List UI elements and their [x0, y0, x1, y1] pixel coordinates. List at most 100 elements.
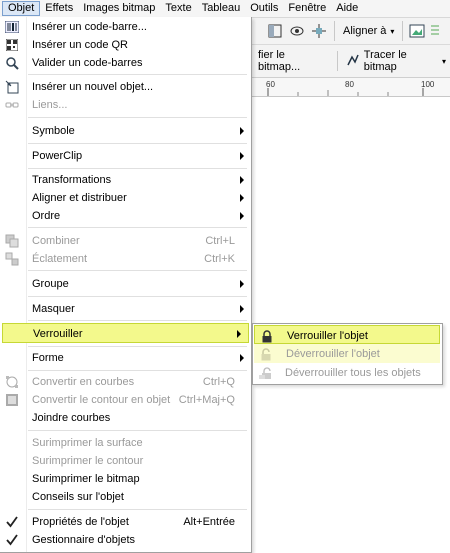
menu-item-label: Liens...	[32, 99, 68, 111]
submenu-arrow-icon	[240, 212, 244, 220]
menu-item-convertir-courbes[interactable]: Convertir en courbes Ctrl+Q	[0, 373, 251, 391]
toolbar-separator	[336, 51, 338, 71]
menu-item-shortcut: Ctrl+Q	[202, 376, 235, 388]
barcode-icon	[5, 20, 19, 34]
menu-aide[interactable]: Aide	[331, 1, 363, 16]
menu-item-label: Valider un code-barres	[32, 57, 143, 69]
image-icon[interactable]	[407, 21, 427, 41]
menu-item-surimprimer-contour[interactable]: Surimprimer le contour	[0, 452, 251, 470]
menu-item-eclatement[interactable]: Éclatement Ctrl+K	[0, 250, 251, 268]
menu-images-bitmap[interactable]: Images bitmap	[78, 1, 160, 16]
submenu-item-unlock-all[interactable]: Déverrouiller tous les objets	[253, 363, 442, 382]
menu-item-label: Forme	[32, 352, 64, 364]
menu-effets[interactable]: Effets	[40, 1, 78, 16]
align-to-label: Aligner à	[343, 25, 387, 37]
menu-item-links[interactable]: Liens...	[0, 96, 251, 114]
menu-item-validate-barcode[interactable]: Valider un code-barres	[0, 54, 251, 72]
menu-item-insert-object[interactable]: Insérer un nouvel objet...	[0, 78, 251, 96]
insert-object-icon	[5, 80, 19, 94]
submenu-arrow-icon	[240, 176, 244, 184]
menu-separator	[28, 370, 247, 371]
menu-separator	[28, 227, 247, 228]
submenu-arrow-icon	[240, 127, 244, 135]
trace-bitmap-button[interactable]: Tracer le bitmap ▾	[342, 49, 450, 73]
submenu-arrow-icon	[240, 194, 244, 202]
menu-texte[interactable]: Texte	[160, 1, 196, 16]
snap-icon[interactable]	[308, 21, 330, 41]
menu-item-powerclip[interactable]: PowerClip	[0, 147, 251, 165]
submenu-item-unlock-object[interactable]: Déverrouiller l'objet	[254, 344, 440, 363]
qr-code-icon	[5, 38, 19, 52]
menu-item-label: Verrouiller	[33, 328, 83, 340]
menu-outils[interactable]: Outils	[245, 1, 283, 16]
menu-item-transformations[interactable]: Transformations	[0, 171, 251, 189]
standard-toolbar: Aligner à ▾	[252, 18, 450, 45]
menu-item-label: Symbole	[32, 125, 75, 137]
menu-item-shortcut: Ctrl+K	[204, 253, 235, 265]
submenu-arrow-icon	[240, 305, 244, 313]
menu-item-label: Aligner et distribuer	[32, 192, 127, 204]
menu-item-label: Surimprimer la surface	[32, 437, 143, 449]
menu-item-label: Insérer un code-barre...	[32, 21, 147, 33]
submenu-arrow-icon	[240, 280, 244, 288]
menu-item-shortcut: Ctrl+L	[205, 235, 235, 247]
combine-icon	[5, 234, 19, 248]
menu-fenetre[interactable]: Fenêtre	[283, 1, 331, 16]
menu-item-label: Insérer un nouvel objet...	[32, 81, 154, 93]
validate-barcode-icon	[5, 56, 19, 70]
menu-separator	[28, 143, 247, 144]
menu-separator	[28, 117, 247, 118]
edit-bitmap-button[interactable]: fier le bitmap...	[252, 49, 333, 73]
menu-item-surimprimer-surface[interactable]: Surimprimer la surface	[0, 434, 251, 452]
menu-item-insert-barcode[interactable]: Insérer un code-barre...	[0, 18, 251, 36]
menu-separator	[28, 320, 247, 321]
menu-item-label: Gestionnaire d'objets	[32, 534, 135, 546]
menu-item-forme[interactable]: Forme	[0, 349, 251, 367]
menu-separator	[28, 346, 247, 347]
ruler-label: 100	[421, 80, 435, 89]
menu-item-joindre-courbes[interactable]: Joindre courbes	[0, 409, 251, 427]
submenu-arrow-icon	[240, 152, 244, 160]
menu-item-conseils-objet[interactable]: Conseils sur l'objet	[0, 488, 251, 506]
frame-icon[interactable]	[264, 21, 286, 41]
menu-separator	[28, 430, 247, 431]
menu-item-proprietes-objet[interactable]: Propriétés de l'objet Alt+Entrée	[0, 513, 251, 531]
menu-item-contour-objet[interactable]: Convertir le contour en objet Ctrl+Maj+Q	[0, 391, 251, 409]
menu-item-shortcut: Alt+Entrée	[183, 516, 235, 528]
menu-tableau[interactable]: Tableau	[197, 1, 246, 16]
menu-separator	[28, 168, 247, 169]
toolbar-separator	[334, 21, 335, 41]
verrouiller-submenu: Verrouiller l'objet Déverrouiller l'obje…	[252, 323, 443, 385]
menu-item-symbole[interactable]: Symbole	[0, 122, 251, 140]
chevron-down-icon: ▾	[390, 26, 395, 36]
bitmap-toolbar: fier le bitmap... Tracer le bitmap ▾	[252, 45, 450, 78]
trace-bitmap-icon	[346, 53, 360, 70]
menu-item-insert-qr[interactable]: Insérer un code QR	[0, 36, 251, 54]
unlock-icon	[259, 347, 273, 361]
menu-item-label: Convertir en courbes	[32, 376, 135, 388]
submenu-item-lock-object[interactable]: Verrouiller l'objet	[254, 325, 440, 344]
view-eye-icon[interactable]	[286, 21, 308, 41]
menu-item-shortcut: Ctrl+Maj+Q	[178, 394, 235, 406]
menu-separator	[28, 74, 247, 75]
links-icon	[5, 98, 19, 112]
menu-item-groupe[interactable]: Groupe	[0, 275, 251, 293]
break-apart-icon	[5, 252, 19, 266]
align-to-dropdown[interactable]: Aligner à ▾	[339, 21, 398, 41]
check-icon	[5, 533, 19, 547]
menu-item-masquer[interactable]: Masquer	[0, 300, 251, 318]
menu-item-combiner[interactable]: Combiner Ctrl+L	[0, 232, 251, 250]
menu-item-ordre[interactable]: Ordre	[0, 207, 251, 225]
menu-item-surimprimer-bitmap[interactable]: Surimprimer le bitmap	[0, 470, 251, 488]
grid-icon[interactable]	[427, 21, 443, 41]
menu-item-label: PowerClip	[32, 150, 83, 162]
edit-bitmap-label: fier le bitmap...	[258, 49, 301, 73]
submenu-item-label: Déverrouiller l'objet	[286, 348, 380, 360]
menu-item-verrouiller[interactable]: Verrouiller	[2, 323, 249, 343]
menu-item-aligner-distribuer[interactable]: Aligner et distribuer	[0, 189, 251, 207]
menu-separator	[28, 270, 247, 271]
menu-objet[interactable]: Objet	[2, 1, 41, 16]
menu-item-label: Joindre courbes	[32, 412, 111, 424]
menu-item-gestionnaire-objets[interactable]: Gestionnaire d'objets	[0, 531, 251, 549]
menu-separator	[28, 509, 247, 510]
